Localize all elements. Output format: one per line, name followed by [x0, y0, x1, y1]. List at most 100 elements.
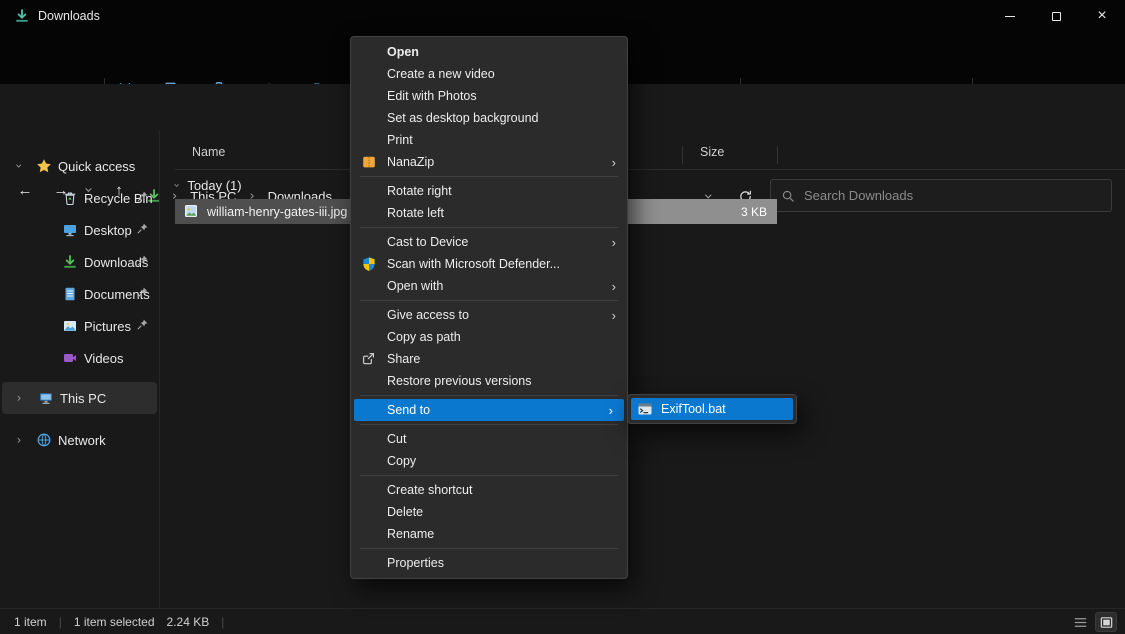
menu-item-scan-with-microsoft-defender[interactable]: Scan with Microsoft Defender... [351, 253, 627, 275]
menu-item-nanazip[interactable]: NanaZip › [351, 151, 627, 173]
sidebar-quick-access-list: Recycle Bin Desktop DownloadsDocumentsPict… [0, 182, 159, 374]
status-divider: | [221, 615, 224, 629]
menu-separator [360, 424, 618, 425]
sidebar-item-downloads[interactable]: Downloads [0, 246, 159, 278]
submenu-arrow-icon: › [612, 235, 616, 250]
view-toggles [1069, 612, 1117, 632]
sidebar-item-pictures[interactable]: Pictures [0, 310, 159, 342]
menu-item-label: Rotate right [387, 184, 452, 198]
menu-item-label: Share [387, 352, 420, 366]
sidebar-quick-access[interactable]: › Quick access [0, 150, 159, 182]
submenu-arrow-icon: › [609, 403, 613, 418]
search-box [770, 179, 1112, 212]
sidebar-item-videos[interactable]: Videos [0, 342, 159, 374]
menu-item-properties[interactable]: Properties [351, 552, 627, 574]
pin-icon [136, 286, 149, 299]
sidebar-item-this-pc[interactable]: › This PC [2, 382, 157, 414]
status-bar: 1 item | 1 item selected 2.24 KB | [0, 608, 1125, 634]
menu-item-label: NanaZip [387, 155, 434, 169]
details-view-button[interactable] [1069, 612, 1091, 632]
sidebar: › Quick access Recycle Bin Desktop Downloa… [0, 130, 160, 608]
menu-separator [360, 395, 618, 396]
minimize-icon [1005, 16, 1015, 17]
file-explorer-window: Downloads × New › et as background [0, 0, 1125, 634]
column-divider[interactable] [682, 146, 683, 164]
sidebar-item-label: Desktop [84, 223, 132, 238]
this-pc-icon [38, 390, 54, 406]
submenu-arrow-icon: › [612, 155, 616, 170]
pin-icon [136, 222, 149, 235]
minimize-button[interactable] [987, 0, 1033, 32]
menu-item-copy-as-path[interactable]: Copy as path [351, 326, 627, 348]
menu-separator [360, 227, 618, 228]
menu-item-rotate-left[interactable]: Rotate left [351, 202, 627, 224]
menu-item-cast-to-device[interactable]: Cast to Device› [351, 231, 627, 253]
menu-item-label: Open [387, 45, 419, 59]
close-icon: × [1097, 8, 1106, 24]
group-header-today[interactable]: › Today (1) [175, 175, 242, 195]
menu-item-label: Properties [387, 556, 444, 570]
file-size-cell: 3 KB [628, 199, 777, 224]
menu-item-label: Set as desktop background [387, 111, 539, 125]
search-input[interactable] [804, 188, 1101, 203]
column-header-name[interactable]: Name [192, 145, 225, 159]
status-selected-count: 1 item selected [74, 615, 155, 629]
sidebar-item-recycle-bin[interactable]: Recycle Bin [0, 182, 159, 214]
pictures-icon [62, 318, 78, 334]
menu-item-label: Create shortcut [387, 483, 472, 497]
sidebar-item-network[interactable]: › Network [0, 424, 159, 456]
menu-item-copy[interactable]: Copy [351, 450, 627, 472]
menu-item-create-shortcut[interactable]: Create shortcut [351, 479, 627, 501]
sidebar-item-label: This PC [60, 391, 106, 406]
documents-icon [62, 286, 78, 302]
pin-icon [136, 318, 149, 331]
submenu-item-exiftool-bat[interactable]: ExifTool.bat [631, 398, 793, 420]
menu-item-rotate-right[interactable]: Rotate right [351, 180, 627, 202]
menu-item-give-access-to[interactable]: Give access to› [351, 304, 627, 326]
menu-item-open-with[interactable]: Open with › [351, 275, 627, 297]
window-title: Downloads [38, 9, 100, 23]
sidebar-item-desktop[interactable]: Desktop [0, 214, 159, 246]
menu-item-share[interactable]: Share [351, 348, 627, 370]
maximize-button[interactable] [1033, 0, 1079, 32]
chevron-right-icon: › [12, 433, 26, 447]
menu-item-restore-previous-versions[interactable]: Restore previous versions [351, 370, 627, 392]
image-file-icon [183, 203, 199, 219]
status-divider: | [59, 615, 62, 629]
menu-item-send-to[interactable]: Send to› [354, 399, 624, 421]
maximize-icon [1052, 12, 1061, 21]
menu-item-label: Edit with Photos [387, 89, 477, 103]
menu-item-edit-with-photos[interactable]: Edit with Photos [351, 85, 627, 107]
menu-item-delete[interactable]: Delete [351, 501, 627, 523]
titlebar: Downloads × [0, 0, 1125, 32]
menu-separator [360, 176, 618, 177]
menu-item-label: Rotate left [387, 206, 444, 220]
column-header-underline [175, 169, 1125, 170]
menu-item-open[interactable]: Open [351, 41, 627, 63]
menu-item-set-as-desktop-background[interactable]: Set as desktop background [351, 107, 627, 129]
desktop-icon [62, 222, 78, 238]
sidebar-item-documents[interactable]: Documents [0, 278, 159, 310]
chevron-down-icon: › [12, 159, 26, 173]
menu-item-print[interactable]: Print [351, 129, 627, 151]
menu-item-label: Scan with Microsoft Defender... [387, 257, 560, 271]
nanazip-icon [361, 154, 377, 170]
videos-icon [62, 350, 78, 366]
sidebar-item-label: Videos [84, 351, 124, 366]
menu-item-label: Open with [387, 279, 443, 293]
close-button[interactable]: × [1079, 0, 1125, 32]
column-header-size[interactable]: Size [700, 145, 724, 159]
menu-item-cut[interactable]: Cut [351, 428, 627, 450]
file-size: 3 KB [741, 205, 767, 219]
defender-icon [361, 256, 377, 272]
submenu-arrow-icon: › [612, 279, 616, 294]
context-menu: Open Create a new video Edit with Photos Se… [350, 36, 628, 579]
menu-item-rename[interactable]: Rename [351, 523, 627, 545]
menu-separator [360, 548, 618, 549]
menu-item-create-a-new-video[interactable]: Create a new video [351, 63, 627, 85]
column-divider[interactable] [777, 146, 778, 164]
menu-item-label: Delete [387, 505, 423, 519]
thumbnail-view-button[interactable] [1095, 612, 1117, 632]
menu-separator [360, 300, 618, 301]
downloads-window-icon [14, 8, 30, 24]
